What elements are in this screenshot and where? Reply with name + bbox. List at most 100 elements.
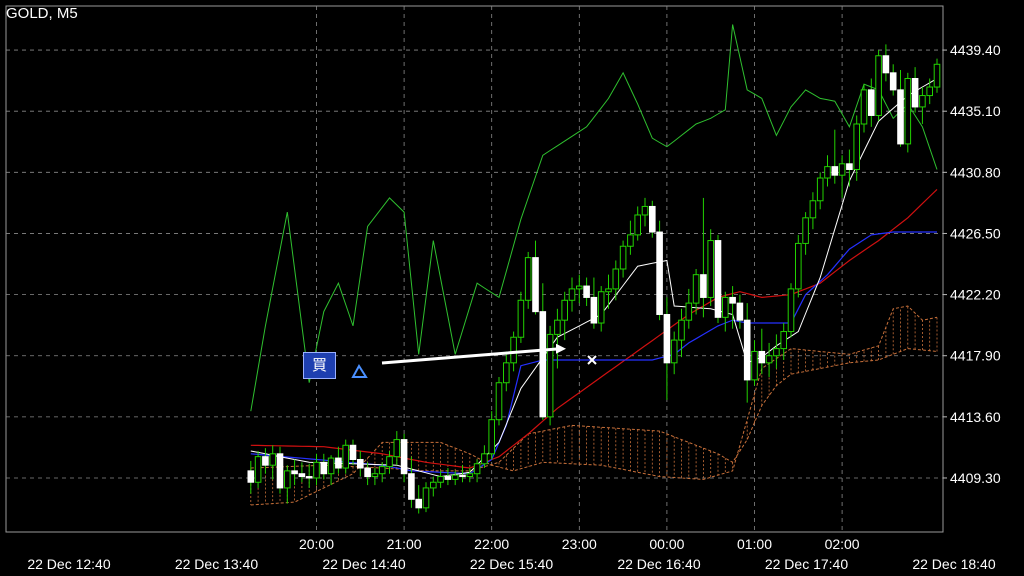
- bear-candle: [408, 473, 415, 500]
- time-tick-label: 00:00: [649, 536, 684, 552]
- price-tick-label: 4413.60: [950, 409, 1001, 425]
- bull-candle: [904, 78, 912, 145]
- bear-candle: [911, 78, 919, 108]
- bull-candle: [313, 461, 320, 479]
- bull-candle: [824, 166, 831, 179]
- bull-candle: [765, 355, 773, 364]
- bear-candle: [868, 89, 875, 116]
- bull-candle: [685, 302, 693, 321]
- time-tick-label: 20:00: [299, 536, 334, 552]
- bull-candle: [430, 481, 437, 489]
- time-tick-label: 23:00: [562, 536, 597, 552]
- bear-candle: [743, 319, 751, 381]
- bear-candle: [758, 350, 766, 364]
- bull-candle: [422, 487, 430, 509]
- time-tick-label: 21:00: [387, 536, 422, 552]
- bear-candle: [663, 313, 671, 364]
- bull-candle: [612, 268, 620, 290]
- bull-candle: [933, 63, 941, 88]
- bull-candle: [670, 339, 678, 364]
- bear-candle: [364, 467, 371, 478]
- bull-candle: [707, 240, 715, 298]
- trade-arrow-head: [556, 343, 566, 354]
- bear-candle: [889, 72, 897, 91]
- bear-candle: [400, 439, 408, 475]
- bear-candle: [357, 458, 364, 469]
- indicator-lines: [250, 24, 938, 478]
- price-tick-label: 4426.50: [950, 225, 1001, 241]
- bull-candle: [481, 453, 488, 465]
- bear-candle: [532, 257, 539, 313]
- bull-candle: [722, 296, 729, 318]
- bull-candle: [269, 453, 276, 466]
- bear-candle: [247, 470, 255, 483]
- senkou-span-b: [250, 305, 938, 506]
- bull-candle: [853, 123, 861, 170]
- bear-candle: [444, 476, 452, 480]
- bull-candle: [554, 319, 561, 335]
- time-tick-label: 01:00: [737, 536, 772, 552]
- date-tick-label: 22 Dec 13:40: [175, 556, 258, 572]
- chart-grid: [5, 5, 944, 533]
- bull-candle: [386, 456, 393, 468]
- bear-candle: [305, 476, 313, 479]
- buy-order-tag[interactable]: 買: [303, 352, 336, 379]
- bull-candle: [284, 470, 291, 489]
- price-tick-label: 4417.90: [950, 348, 1001, 364]
- bull-candle: [860, 89, 868, 125]
- bear-candle: [320, 461, 328, 475]
- bear-candle: [539, 311, 547, 418]
- bull-candle: [597, 291, 605, 324]
- date-tick-label: 22 Dec 15:40: [470, 556, 553, 572]
- bull-candle: [371, 473, 379, 478]
- symbol-label: GOLD, M5: [6, 5, 78, 22]
- bull-candle: [437, 476, 444, 483]
- bear-candle: [349, 444, 357, 460]
- bull-candle: [634, 214, 642, 236]
- bull-candle: [517, 299, 525, 338]
- date-tick-label: 22 Dec 18:40: [912, 556, 995, 572]
- bear-candle: [291, 470, 298, 475]
- bear-candle: [736, 302, 744, 321]
- date-tick-label: 22 Dec 14:40: [322, 556, 405, 572]
- bull-candle: [576, 285, 583, 290]
- price-chart[interactable]: 4439.40 4435.10 4430.80 4426.50 4422.20 4417.…: [0, 0, 1024, 576]
- bear-candle: [262, 456, 269, 466]
- bear-candle: [415, 498, 422, 509]
- bull-candle: [495, 382, 503, 421]
- bull-candle: [809, 200, 817, 219]
- bull-candle: [773, 348, 780, 357]
- bear-candle: [649, 205, 656, 233]
- bear-candle: [583, 285, 590, 298]
- bull-candle: [919, 95, 926, 108]
- bull-candle: [678, 319, 685, 341]
- ichimoku-cloud: [250, 305, 938, 506]
- bull-candle: [568, 288, 576, 301]
- bull-candle: [254, 456, 262, 483]
- bear-candle: [298, 473, 306, 478]
- bear-candle: [897, 89, 904, 145]
- bear-candle: [846, 163, 853, 170]
- bull-candle: [926, 86, 934, 97]
- bull-candle: [473, 463, 481, 475]
- bull-candle: [795, 242, 802, 290]
- bull-candle: [787, 288, 795, 333]
- bear-candle: [729, 296, 736, 304]
- bear-candle: [459, 474, 466, 478]
- bull-candle: [619, 245, 627, 270]
- bull-candle: [692, 274, 700, 304]
- price-tick-label: 4422.20: [950, 287, 1001, 303]
- entry-triangle-icon: [351, 364, 368, 378]
- bull-candle: [780, 331, 788, 350]
- bull-candle: [641, 205, 649, 216]
- bear-candle: [276, 453, 284, 489]
- bull-candle: [561, 299, 569, 321]
- bull-candle: [605, 288, 612, 293]
- time-tick-label: 02:00: [825, 536, 860, 552]
- time-tick-label: 22:00: [474, 536, 509, 552]
- bear-candle: [714, 240, 722, 318]
- bull-candle: [751, 350, 758, 381]
- bull-candle: [546, 333, 554, 418]
- price-tick-label: 4439.40: [950, 42, 1001, 58]
- bull-candle: [510, 336, 517, 364]
